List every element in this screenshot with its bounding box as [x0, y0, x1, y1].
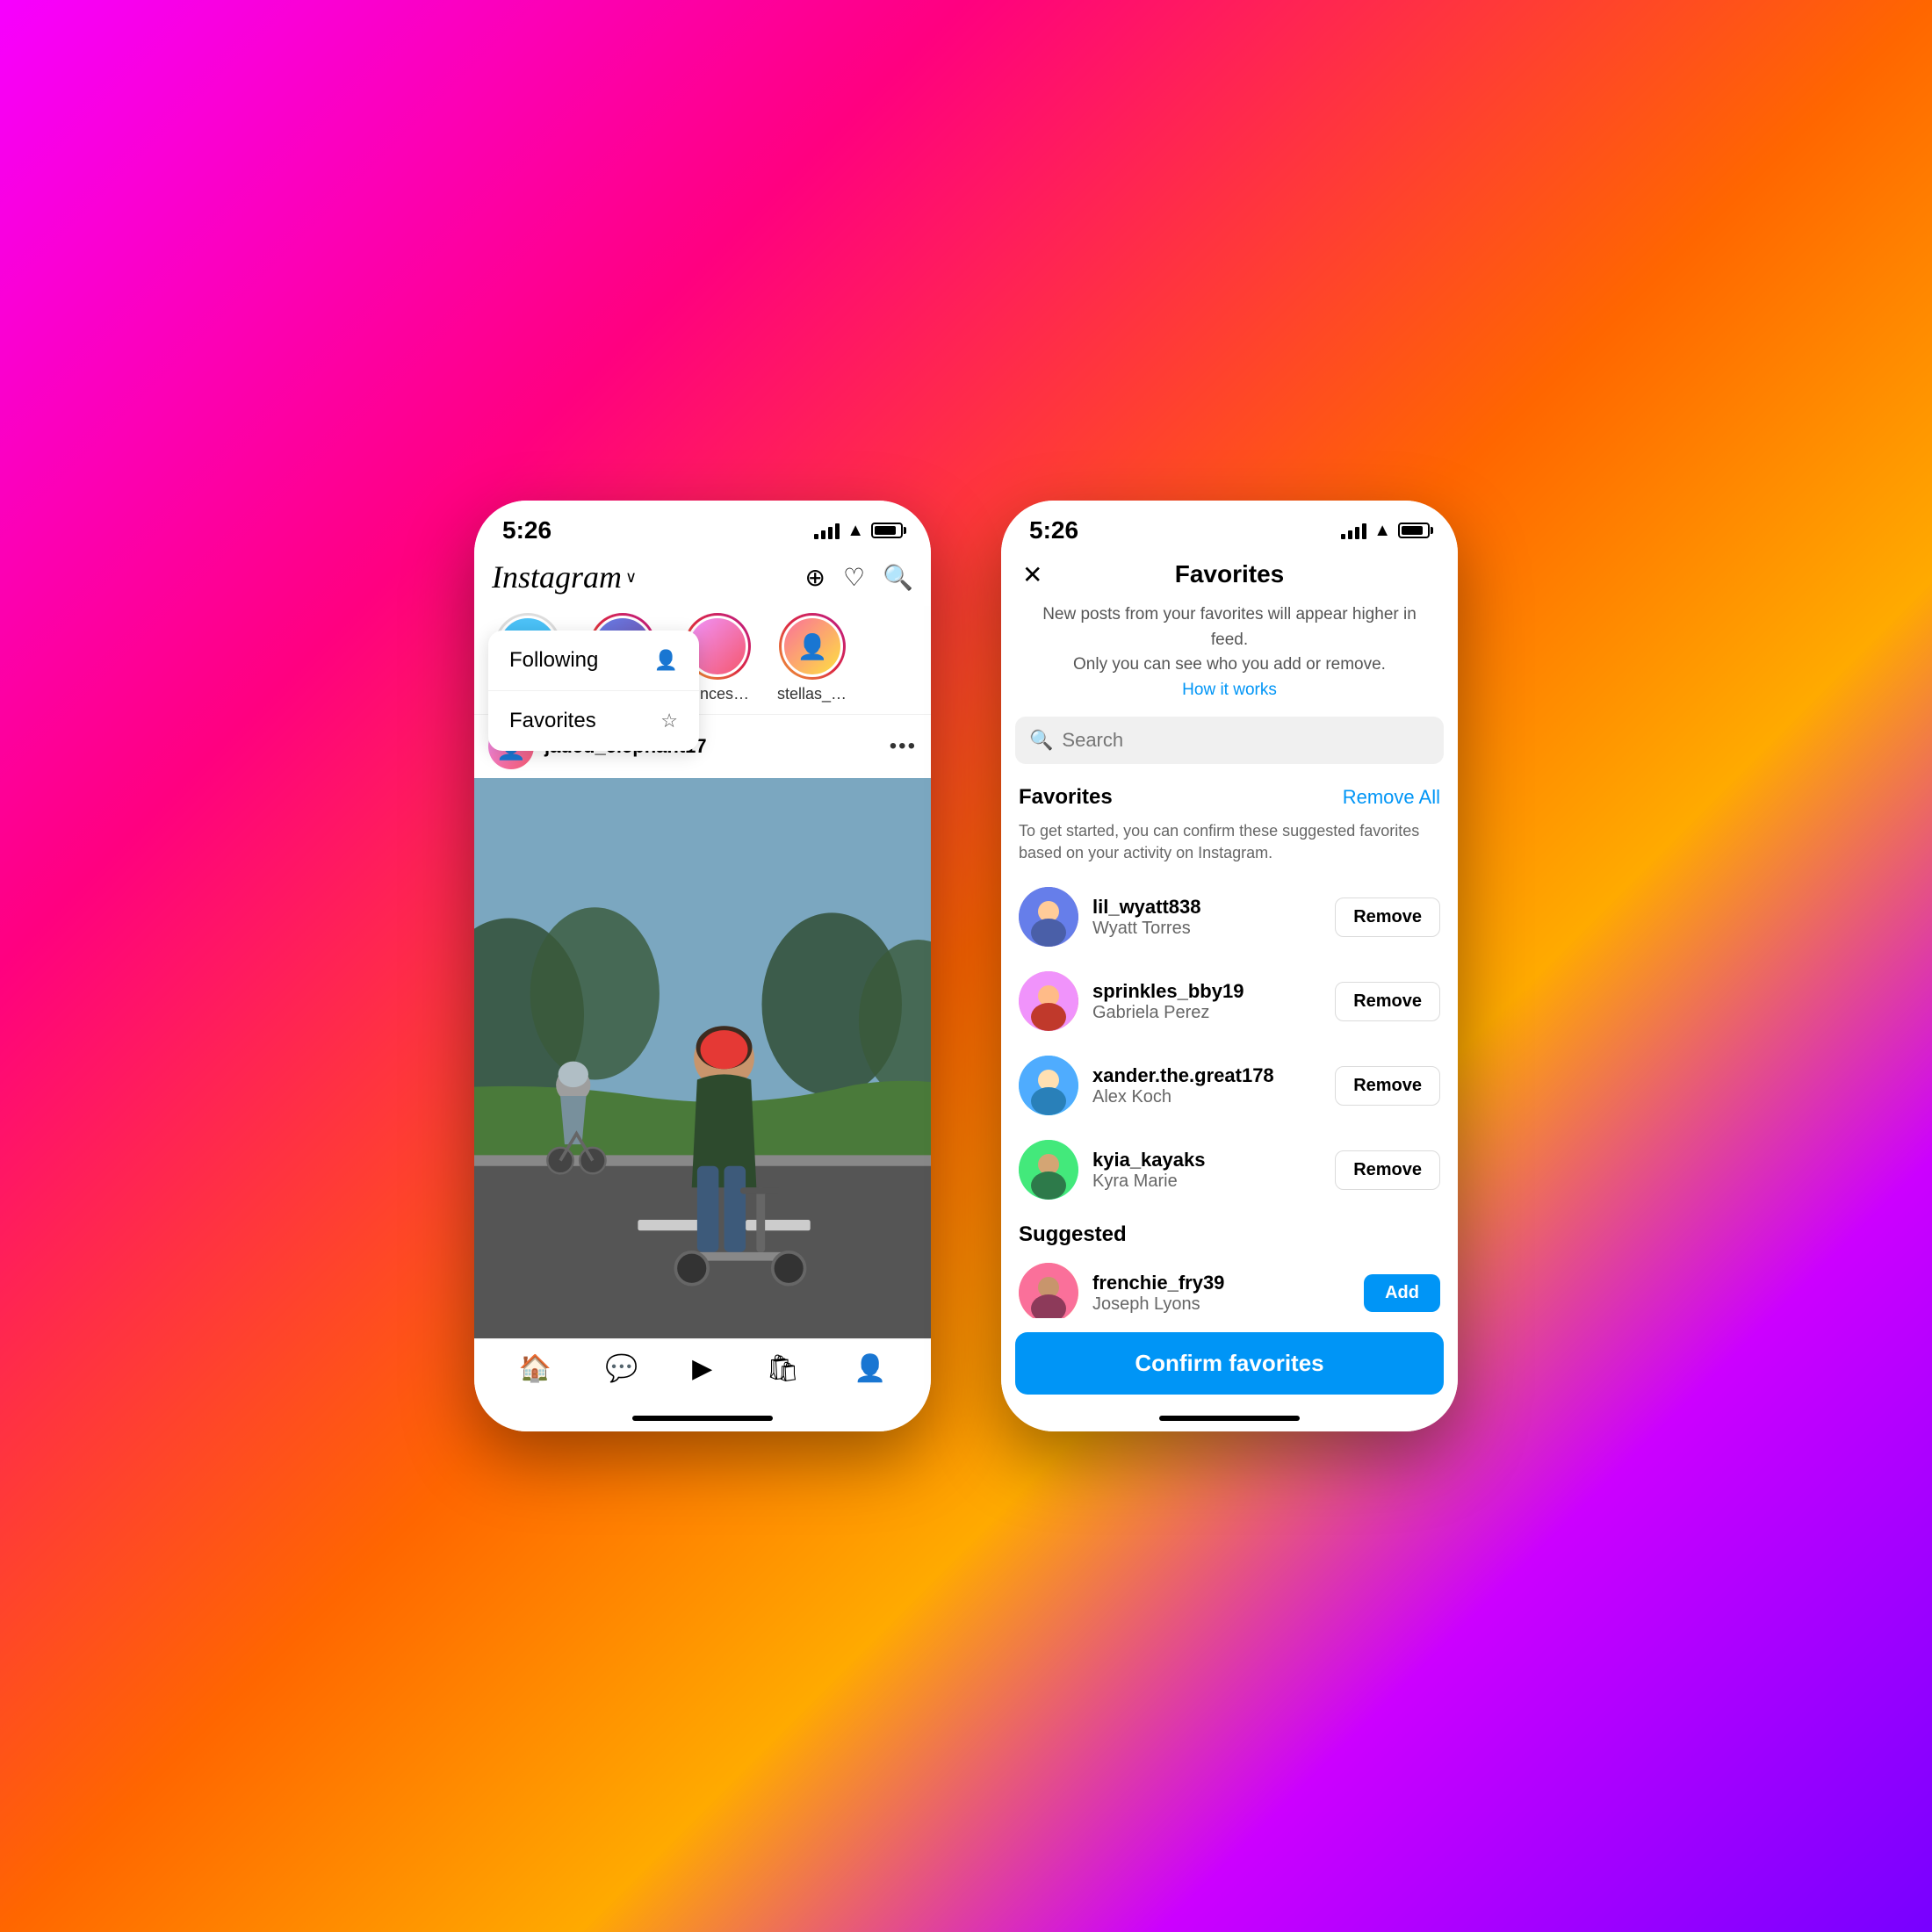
home-bar: [632, 1416, 773, 1421]
confirm-favorites-button[interactable]: Confirm favorites: [1015, 1332, 1444, 1395]
signal-icon-right: [1341, 522, 1366, 539]
remove-button-4[interactable]: Remove: [1335, 1150, 1440, 1190]
instagram-header: Instagram ∨ ⊕ ♡ 🔍 Following 👤 Favorites: [474, 551, 931, 606]
notifications-icon[interactable]: ♡: [843, 563, 865, 592]
status-time-right: 5:26: [1029, 516, 1078, 544]
name-xander: Alex Koch: [1092, 1087, 1321, 1107]
dropdown-following[interactable]: Following 👤: [488, 631, 699, 691]
search-input[interactable]: [1062, 729, 1430, 752]
nav-shop[interactable]: 🛍: [767, 1353, 800, 1384]
fav-item-info-4: kyia_kayaks Kyra Marie: [1092, 1149, 1321, 1192]
home-bar-wrapper: [474, 1409, 931, 1431]
search-bar[interactable]: 🔍: [1015, 717, 1444, 764]
header-icons: ⊕ ♡ 🔍: [805, 563, 913, 592]
favorites-description: New posts from your favorites will appea…: [1001, 602, 1458, 717]
status-icons-left: ▲: [814, 521, 903, 541]
name-sprinkles: Gabriela Perez: [1092, 1003, 1321, 1023]
avatar-kyia: [1019, 1140, 1078, 1200]
suggested-section-header: Suggested: [1001, 1212, 1458, 1251]
story-label-3: stellas_gr0...: [777, 685, 847, 703]
fav-item-info-suggested-1: frenchie_fry39 Joseph Lyons: [1092, 1272, 1350, 1315]
nav-messages[interactable]: 💬: [605, 1353, 638, 1384]
signal-icon: [814, 522, 840, 539]
status-icons-right: ▲: [1341, 521, 1430, 541]
following-label: Following: [509, 648, 598, 673]
left-phone: 5:26 ▲ Instagram ∨: [474, 501, 931, 1431]
search-icon: 🔍: [1029, 729, 1053, 752]
search-icon[interactable]: 🔍: [883, 563, 913, 592]
fav-item-info-3: xander.the.great178 Alex Koch: [1092, 1064, 1321, 1107]
new-post-icon[interactable]: ⊕: [805, 563, 825, 592]
name-frenchie: Joseph Lyons: [1092, 1294, 1350, 1315]
close-button[interactable]: ✕: [1022, 560, 1042, 589]
avatar-sprinkles: [1019, 971, 1078, 1031]
dropdown-favorites[interactable]: Favorites ☆: [488, 691, 699, 751]
avatar-xander: [1019, 1056, 1078, 1115]
post-scene-svg: [474, 778, 931, 1338]
favorites-header: ✕ Favorites: [1001, 551, 1458, 602]
battery-icon-right: [1398, 523, 1430, 538]
story-avatar-3: 👤: [779, 613, 846, 680]
status-bar-left: 5:26 ▲: [474, 501, 931, 551]
username-xander: xander.the.great178: [1092, 1064, 1321, 1087]
username-sprinkles: sprinkles_bby19: [1092, 980, 1321, 1003]
home-bar-right: [1159, 1416, 1300, 1421]
favorites-section-title: Favorites: [1019, 785, 1113, 810]
favorites-section-desc: To get started, you can confirm these su…: [1001, 817, 1458, 875]
left-phone-content: Instagram ∨ ⊕ ♡ 🔍 Following 👤 Favorites: [474, 551, 931, 1409]
story-item-3[interactable]: 👤 stellas_gr0...: [773, 613, 852, 703]
remove-button-3[interactable]: Remove: [1335, 1066, 1440, 1106]
favorites-star-icon: ☆: [660, 710, 678, 732]
avatar-lil-wyatt: [1019, 887, 1078, 947]
status-bar-right: 5:26 ▲: [1001, 501, 1458, 551]
suggested-item-1: frenchie_fry39 Joseph Lyons Add: [1001, 1251, 1458, 1318]
favorite-item-3: xander.the.great178 Alex Koch Remove: [1001, 1043, 1458, 1128]
favorite-item-2: sprinkles_bby19 Gabriela Perez Remove: [1001, 959, 1458, 1043]
name-lil-wyatt: Wyatt Torres: [1092, 919, 1321, 939]
wifi-icon-right: ▲: [1373, 521, 1391, 541]
name-kyia: Kyra Marie: [1092, 1171, 1321, 1192]
avatar-frenchie: [1019, 1263, 1078, 1318]
right-phone: 5:26 ▲ ✕ Favorites: [1001, 501, 1458, 1431]
fav-item-info-1: lil_wyatt838 Wyatt Torres: [1092, 896, 1321, 939]
following-icon: 👤: [654, 649, 678, 672]
home-bar-wrapper-right: [1001, 1409, 1458, 1431]
favorites-section-header: Favorites Remove All: [1001, 778, 1458, 817]
nav-home[interactable]: 🏠: [519, 1353, 551, 1384]
phones-container: 5:26 ▲ Instagram ∨: [474, 501, 1458, 1431]
username-lil-wyatt: lil_wyatt838: [1092, 896, 1321, 919]
post-image: [474, 778, 931, 1338]
wifi-icon: ▲: [847, 521, 864, 541]
status-time-left: 5:26: [502, 516, 551, 544]
battery-icon: [871, 523, 903, 538]
username-kyia: kyia_kayaks: [1092, 1149, 1321, 1171]
feed-dropdown: Following 👤 Favorites ☆: [488, 631, 699, 751]
add-button-1[interactable]: Add: [1364, 1274, 1440, 1312]
post-more-button[interactable]: •••: [890, 734, 917, 759]
description-text: New posts from your favorites will appea…: [1042, 605, 1417, 674]
remove-button-1[interactable]: Remove: [1335, 898, 1440, 937]
remove-all-button[interactable]: Remove All: [1343, 786, 1440, 809]
favorites-title: Favorites: [1175, 560, 1285, 588]
favorites-label: Favorites: [509, 709, 596, 733]
right-phone-content: ✕ Favorites New posts from your favorite…: [1001, 551, 1458, 1409]
remove-button-2[interactable]: Remove: [1335, 982, 1440, 1021]
username-frenchie: frenchie_fry39: [1092, 1272, 1350, 1294]
logo-chevron[interactable]: ∨: [625, 568, 637, 587]
favorite-item-4: kyia_kayaks Kyra Marie Remove: [1001, 1128, 1458, 1212]
favorites-list: lil_wyatt838 Wyatt Torres Remove sprinkl…: [1001, 875, 1458, 1318]
bottom-navigation: 🏠 💬 ▶ 🛍 👤: [474, 1338, 931, 1409]
how-it-works-link[interactable]: How it works: [1182, 681, 1277, 699]
fav-item-info-2: sprinkles_bby19 Gabriela Perez: [1092, 980, 1321, 1023]
instagram-logo: Instagram ∨: [492, 559, 637, 595]
nav-reels[interactable]: ▶: [692, 1353, 712, 1384]
nav-profile[interactable]: 👤: [854, 1353, 886, 1384]
favorite-item-1: lil_wyatt838 Wyatt Torres Remove: [1001, 875, 1458, 959]
